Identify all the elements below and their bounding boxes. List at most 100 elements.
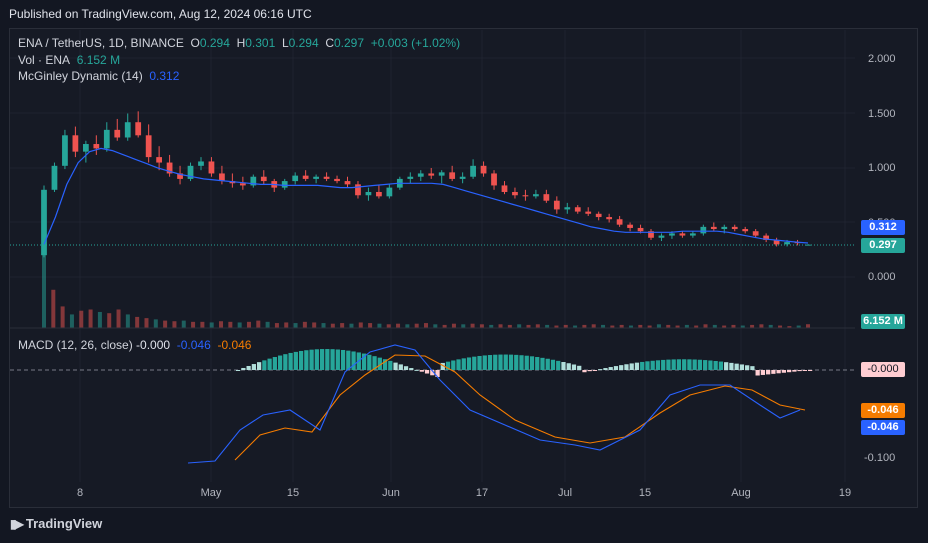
volume-bar (116, 309, 121, 328)
candle-body (595, 213, 602, 218)
macd-histogram-bar (703, 360, 708, 370)
macd-histogram-bar (529, 356, 535, 370)
macd-histogram-bar (592, 370, 598, 371)
macd-histogram-bar (288, 352, 293, 370)
macd-histogram-bar (403, 366, 409, 370)
tradingview-logo[interactable]: ▮▶ TradingView (10, 516, 102, 531)
volume-bar (340, 323, 345, 328)
volume-bar (256, 320, 261, 328)
volume-bar (293, 323, 298, 328)
macd-histogram-bar (272, 357, 277, 370)
candle-body (438, 172, 445, 176)
candle-body (700, 226, 707, 234)
macd-histogram-bar (309, 349, 314, 370)
macd-histogram-bar (577, 365, 582, 370)
macd-histogram-bar (414, 369, 419, 371)
tradingview-logo-icon: ▮▶ (10, 516, 24, 531)
macd-histogram-bar (629, 363, 634, 370)
macd-histogram-bar (671, 359, 676, 370)
candle-body (710, 226, 717, 230)
date-tick: 17 (475, 487, 489, 499)
legend-signal-value: -0.046 (176, 338, 211, 352)
candle-body (449, 172, 456, 179)
macd-histogram-bar (487, 355, 493, 370)
date-tick: Aug (731, 487, 751, 499)
volume-bar (107, 313, 112, 328)
candle-body (658, 235, 665, 238)
legend-ohlc: ENA / TetherUS, 1D, BINANCE O0.294 H0.30… (18, 36, 461, 50)
candle-body (292, 175, 299, 182)
macd-histogram-bar (745, 365, 750, 370)
volume-bar (433, 324, 438, 328)
macd-histogram-bar (304, 350, 309, 370)
volume-bar (312, 322, 317, 328)
macd-histogram-bar (330, 349, 335, 370)
macd-histogram-bar (277, 355, 283, 370)
volume-bar (51, 289, 56, 328)
volume-tag: 6.152 M (861, 314, 905, 329)
candle-body (156, 157, 163, 163)
macd-histogram-bar (262, 360, 267, 370)
macd-histogram-bar (797, 370, 802, 372)
macd-histogram-bar (545, 358, 550, 370)
volume-bar (135, 316, 140, 328)
macd-histogram-bar (582, 370, 587, 373)
legend-mcginley-value: 0.312 (149, 69, 180, 83)
volume-bar (97, 311, 102, 328)
volume-bar (144, 318, 149, 328)
legend-symbol: ENA / TetherUS, 1D, BINANCE (18, 36, 184, 50)
macd-histogram-bar (314, 349, 319, 370)
macd-histogram-bar (734, 363, 739, 370)
candle-body (51, 165, 58, 190)
macd-histogram-bar (256, 362, 262, 370)
macd-histogram-bar (655, 360, 661, 370)
macd-histogram-bar (640, 361, 645, 370)
macd-histogram-bar (498, 354, 503, 370)
macd-histogram-bar (472, 356, 477, 370)
grid-lines (10, 30, 855, 482)
candle-body (62, 135, 68, 166)
macd-histogram-bar (645, 361, 650, 370)
volume-bar (451, 323, 456, 328)
macd-histogram-tag: -0.000 (861, 362, 905, 377)
candle-body (417, 173, 424, 177)
macd-histogram-bar (409, 368, 414, 370)
macd-histogram-bar (319, 349, 325, 370)
volume-bar (414, 323, 419, 328)
macd-histogram-bar (792, 370, 797, 372)
macd-histogram-bar (456, 359, 461, 370)
volume-bars (42, 254, 810, 328)
macd-histogram-bar (388, 360, 393, 370)
legend-macd-value: -0.000 (136, 338, 171, 352)
candles (41, 111, 811, 258)
volume-bar (759, 324, 764, 328)
macd-histogram-bar (466, 357, 472, 370)
macd-histogram-bar (351, 351, 356, 370)
candle-body (512, 191, 518, 196)
volume-bar (200, 321, 205, 328)
macd-histogram-bar (424, 370, 430, 374)
macd-histogram-bar (398, 364, 403, 370)
candle-body (470, 165, 476, 177)
candle-body (689, 233, 696, 236)
date-tick: 19 (838, 487, 852, 499)
candle-body (428, 173, 435, 176)
candle-body (145, 135, 152, 158)
volume-bar (396, 323, 401, 328)
candle-body (721, 226, 728, 230)
candle-body (459, 176, 466, 179)
macd-histogram-bar (503, 354, 508, 370)
macd-histogram-bar (598, 369, 603, 371)
macd-histogram-bar (603, 368, 608, 370)
macd-tick: -0.100 (864, 452, 896, 464)
macd-histogram-bar (692, 359, 697, 370)
price-tick: 1.000 (868, 162, 896, 174)
volume-bar (470, 323, 475, 328)
candle-body (376, 191, 382, 197)
macd-histogram-bar (340, 349, 346, 370)
macd-histogram-bar (524, 355, 529, 370)
volume-bar (209, 322, 214, 328)
macd-histogram-bar (729, 362, 734, 370)
volume-bar (535, 324, 540, 328)
candle-body (114, 129, 121, 138)
